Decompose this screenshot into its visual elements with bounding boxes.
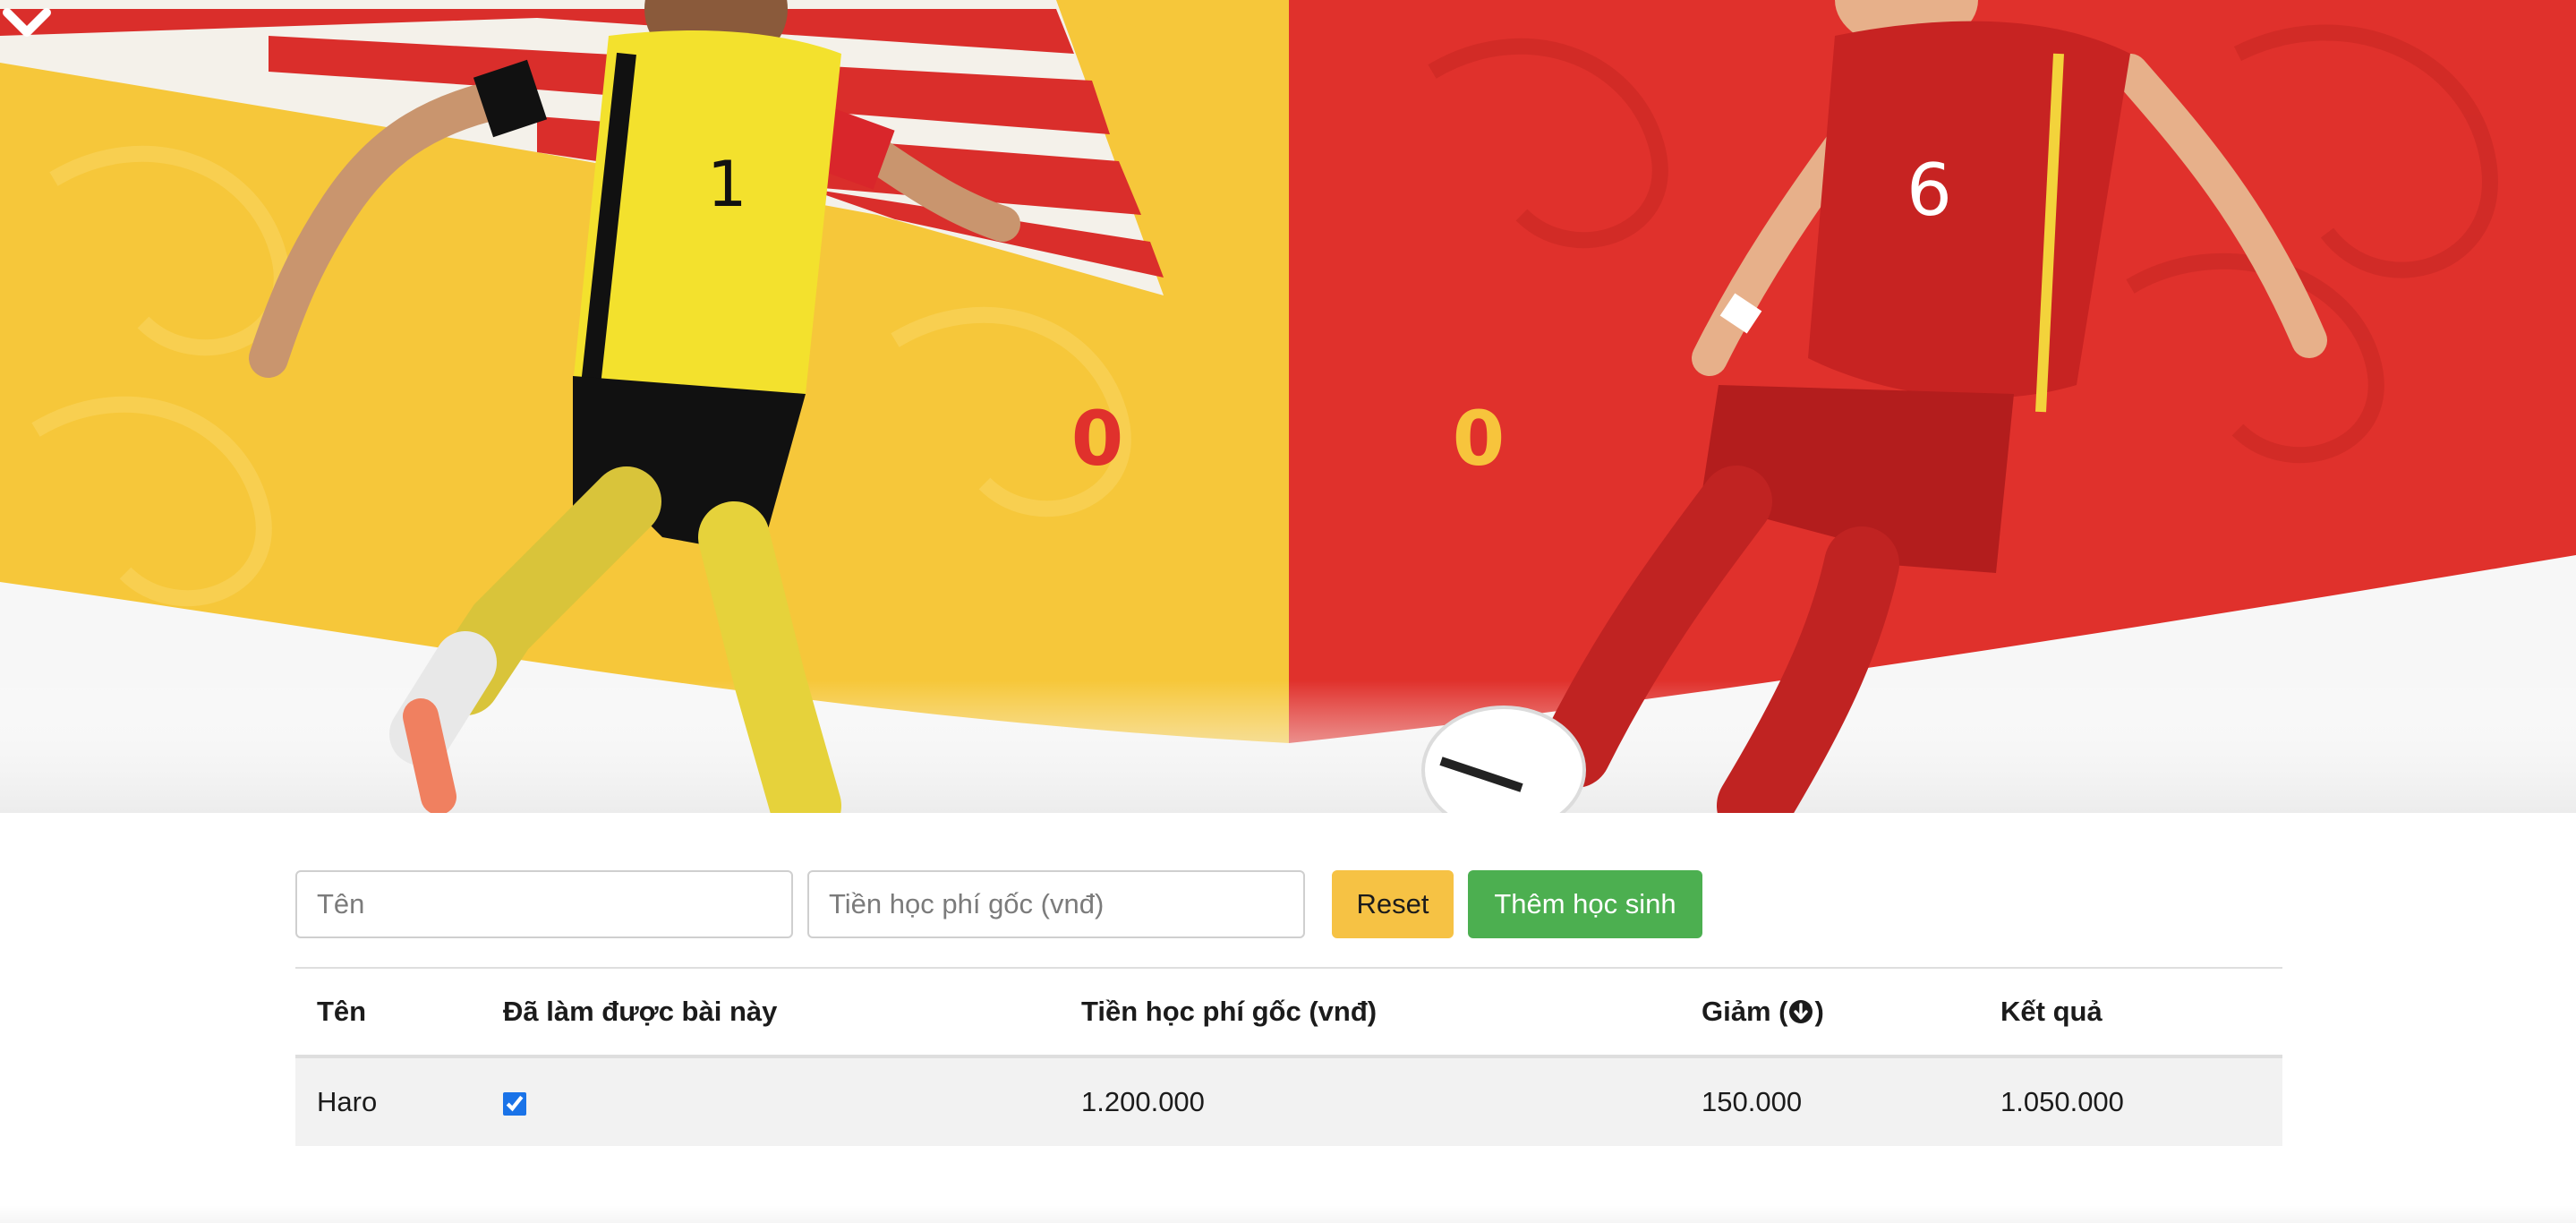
row-done-cell bbox=[482, 1056, 1060, 1146]
header-discount-label: Giảm bbox=[1702, 996, 1771, 1027]
chevron-down-icon[interactable] bbox=[0, 0, 54, 45]
row-name: Haro bbox=[295, 1056, 482, 1146]
header-done[interactable]: Đã làm được bài này bbox=[482, 967, 1060, 1058]
footer-divider bbox=[0, 1205, 2576, 1223]
add-student-button[interactable]: Thêm học sinh bbox=[1468, 870, 1702, 938]
table-header-row: Tên Đã làm được bài này Tiền học phí gốc… bbox=[295, 967, 2282, 1058]
right-jersey-number: 6 bbox=[1906, 149, 1952, 232]
tuition-fee-input[interactable] bbox=[807, 870, 1305, 938]
right-team-score: 0 bbox=[1452, 395, 1506, 483]
match-banner: 1 6 0 0 bbox=[0, 0, 2576, 813]
students-table: Tên Đã làm được bài này Tiền học phí gốc… bbox=[295, 967, 2282, 1146]
header-fee[interactable]: Tiền học phí gốc (vnđ) bbox=[1060, 967, 1680, 1058]
table-row: Haro 1.200.000 150.000 1.050.000 bbox=[295, 1056, 2282, 1146]
header-name[interactable]: Tên bbox=[295, 967, 482, 1058]
arrow-down-circle-icon[interactable] bbox=[1787, 998, 1814, 1025]
row-fee: 1.200.000 bbox=[1060, 1056, 1680, 1146]
banner-artwork: 1 6 bbox=[0, 0, 2576, 813]
header-discount[interactable]: Giảm ( ) bbox=[1680, 967, 1979, 1058]
header-result[interactable]: Kết quả bbox=[1979, 967, 2282, 1058]
reset-button[interactable]: Reset bbox=[1332, 870, 1454, 938]
student-name-input[interactable] bbox=[295, 870, 793, 938]
left-team-score: 0 bbox=[1070, 395, 1124, 483]
row-discount: 150.000 bbox=[1680, 1056, 1979, 1146]
row-result: 1.050.000 bbox=[1979, 1056, 2282, 1146]
done-checkbox[interactable] bbox=[503, 1091, 526, 1116]
left-jersey-number: 1 bbox=[707, 148, 747, 221]
